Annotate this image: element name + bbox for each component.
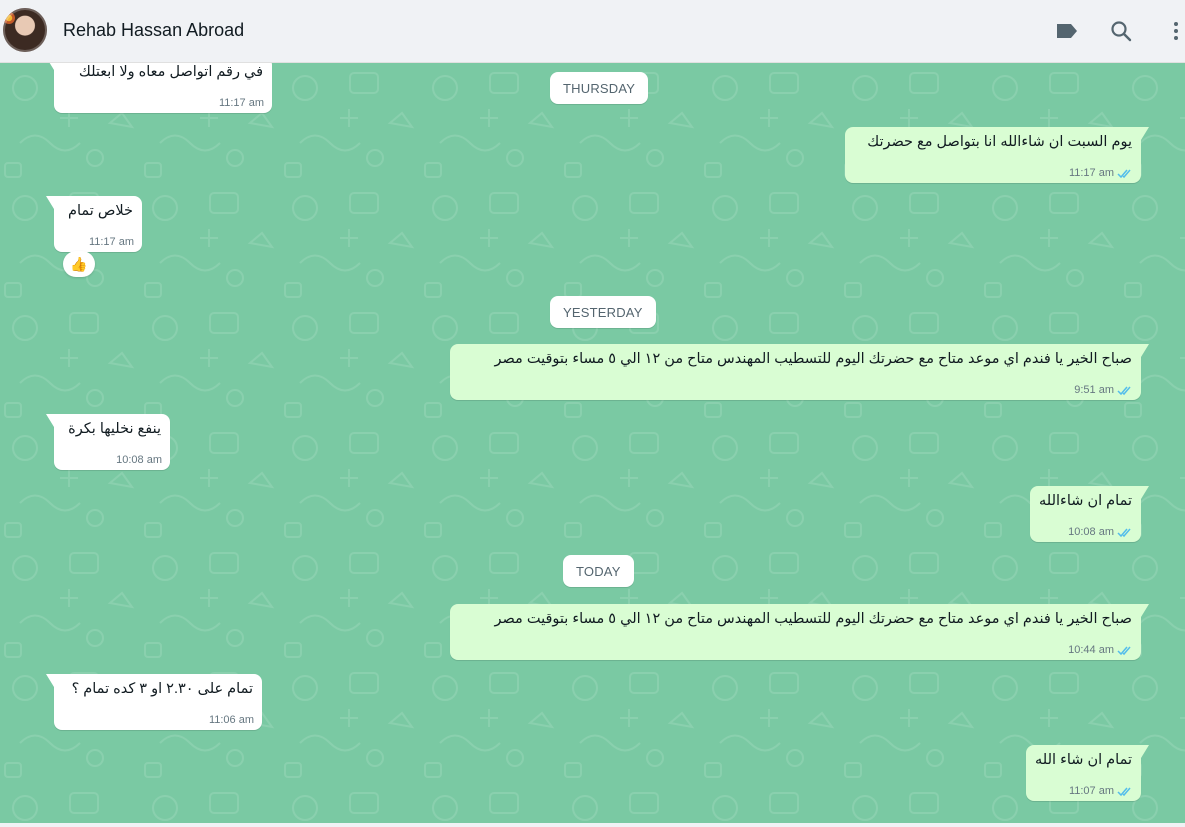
read-ticks-icon [1117, 527, 1133, 538]
message-time: 9:51 am [1074, 384, 1114, 396]
footer-strip [0, 823, 1185, 827]
date-divider-thursday: THURSDAY [550, 72, 649, 104]
message-text: تمام ان شاء الله [1035, 752, 1132, 768]
reaction-thumbs-up-icon[interactable]: 👍 [63, 251, 95, 277]
message-bubble-outgoing[interactable]: صباح الخير يا فندم اي موعد متاح مع حضرتك… [450, 344, 1149, 400]
message-time: 11:07 am [1068, 785, 1114, 797]
message-bubble-incoming[interactable]: ينفع نخليها بكرة 10:08 am [46, 414, 170, 470]
message-bubble-incoming[interactable]: خلاص تمام 11:17 am [46, 196, 142, 252]
chat-header: Rehab Hassan Abroad [0, 0, 1185, 63]
message-text: يوم السبت ان شاءالله انا بتواصل مع حضرتك [867, 134, 1132, 150]
menu-icon[interactable] [1164, 18, 1185, 44]
message-time: 10:44 am [1068, 644, 1114, 656]
read-ticks-icon [1117, 168, 1133, 179]
message-text: صباح الخير يا فندم اي موعد متاح مع حضرتك… [494, 351, 1132, 367]
message-time: 11:17 am [88, 236, 134, 248]
date-divider-today: TODAY [563, 555, 634, 587]
message-time: 11:06 am [208, 714, 254, 726]
contact-name[interactable]: Rehab Hassan Abroad [63, 20, 244, 41]
date-divider-yesterday: YESTERDAY [550, 296, 656, 328]
message-text: صباح الخير يا فندم اي موعد متاح مع حضرتك… [494, 611, 1132, 627]
message-time: 11:17 am [218, 97, 264, 109]
search-icon[interactable] [1108, 18, 1134, 44]
message-text: خلاص تمام [68, 203, 133, 219]
read-ticks-icon [1117, 786, 1133, 797]
chat-panel[interactable]: THURSDAY YESTERDAY TODAY في رقم اتواصل م… [0, 63, 1185, 823]
message-bubble-incoming[interactable]: في رقم اتواصل معاه ولا ابعتلك 11:17 am [46, 63, 272, 113]
label-icon[interactable] [1054, 18, 1080, 44]
message-time: 10:08 am [116, 454, 162, 466]
read-ticks-icon [1117, 645, 1133, 656]
message-time: 11:17 am [1068, 167, 1114, 179]
message-time: 10:08 am [1068, 526, 1114, 538]
message-bubble-outgoing[interactable]: تمام ان شاءالله 10:08 am [1030, 486, 1149, 542]
message-text: في رقم اتواصل معاه ولا ابعتلك [78, 64, 263, 80]
message-bubble-outgoing[interactable]: تمام ان شاء الله 11:07 am [1026, 745, 1149, 801]
message-bubble-outgoing[interactable]: يوم السبت ان شاءالله انا بتواصل مع حضرتك… [845, 127, 1149, 183]
message-bubble-incoming[interactable]: تمام على ٢.٣٠ او ٣ كده تمام ؟ 11:06 am [46, 674, 262, 730]
contact-avatar[interactable] [3, 8, 47, 52]
message-text: ينفع نخليها بكرة [68, 421, 161, 437]
message-bubble-outgoing[interactable]: صباح الخير يا فندم اي موعد متاح مع حضرتك… [450, 604, 1149, 660]
message-text: تمام على ٢.٣٠ او ٣ كده تمام ؟ [71, 681, 253, 697]
message-text: تمام ان شاءالله [1039, 493, 1132, 509]
read-ticks-icon [1117, 385, 1133, 396]
